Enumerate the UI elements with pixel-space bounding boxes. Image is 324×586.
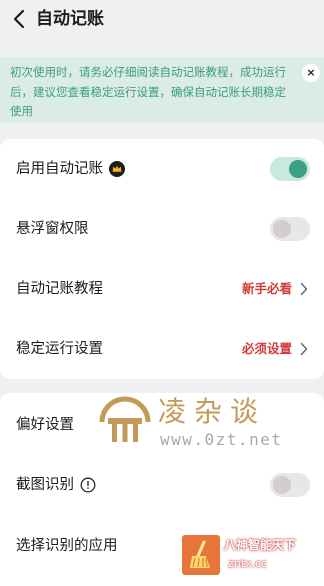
page-title: 自动记账 bbox=[36, 9, 104, 29]
screenshot-recognition-row[interactable]: 截图识别 bbox=[0, 456, 324, 514]
notice-text: 初次使用时，请务必仔细阅读自动记账教程，成功运行后，建议您查看稳定运行设置，确保… bbox=[10, 65, 286, 118]
select-apps-label: 选择识别的应用 bbox=[16, 538, 118, 554]
screenshot-recognition-label: 截图识别 bbox=[16, 477, 74, 493]
watermark-logo-icon bbox=[99, 396, 151, 442]
info-icon[interactable] bbox=[80, 477, 96, 493]
enable-auto-bookkeeping-toggle[interactable] bbox=[270, 157, 310, 181]
main-settings-card: 启用自动记账 悬浮窗权限 自动记账教程 新手必看 稳定运行设置 必须设置 bbox=[0, 139, 324, 379]
close-notice-button[interactable]: × bbox=[302, 64, 320, 82]
app-header: 自动记账 bbox=[0, 0, 324, 40]
watermark-site-name: 凌杂谈 bbox=[158, 395, 267, 428]
notice-banner: 初次使用时，请务必仔细阅读自动记账教程，成功运行后，建议您查看稳定运行设置，确保… bbox=[0, 57, 324, 123]
enable-auto-bookkeeping-label: 启用自动记账 bbox=[16, 161, 103, 177]
back-button[interactable] bbox=[4, 4, 34, 34]
floating-window-permission-label: 悬浮窗权限 bbox=[16, 221, 89, 237]
floating-window-permission-row[interactable]: 悬浮窗权限 bbox=[0, 200, 324, 258]
stable-settings-label: 稳定运行设置 bbox=[16, 341, 103, 357]
close-icon: × bbox=[306, 66, 316, 79]
badge-url: zntx.cc bbox=[228, 557, 268, 570]
site-watermark: 凌杂谈 www.0zt.net bbox=[98, 392, 324, 462]
chevron-right-icon bbox=[300, 282, 308, 296]
tutorial-label: 自动记账教程 bbox=[16, 281, 103, 297]
toggle-knob bbox=[273, 220, 291, 238]
badge-title: 八神智能天下 bbox=[224, 538, 297, 552]
chevron-left-icon bbox=[13, 9, 25, 29]
stable-settings-row[interactable]: 稳定运行设置 必须设置 bbox=[0, 320, 324, 378]
stable-settings-hint: 必须设置 bbox=[241, 341, 292, 356]
broom-icon bbox=[182, 535, 220, 575]
toggle-knob bbox=[273, 476, 291, 494]
tutorial-row[interactable]: 自动记账教程 新手必看 bbox=[0, 260, 324, 318]
screenshot-recognition-toggle[interactable] bbox=[270, 473, 310, 497]
corner-watermark-badge: 八神智能天下 zntx.cc bbox=[182, 533, 312, 577]
floating-window-permission-toggle[interactable] bbox=[270, 217, 310, 241]
enable-auto-bookkeeping-row[interactable]: 启用自动记账 bbox=[0, 140, 324, 198]
toggle-knob bbox=[289, 160, 307, 178]
tutorial-hint: 新手必看 bbox=[241, 281, 292, 296]
chevron-right-icon bbox=[300, 342, 308, 356]
watermark-site-url: www.0zt.net bbox=[160, 430, 283, 449]
crown-icon bbox=[109, 161, 125, 177]
preferences-label: 偏好设置 bbox=[16, 417, 74, 433]
